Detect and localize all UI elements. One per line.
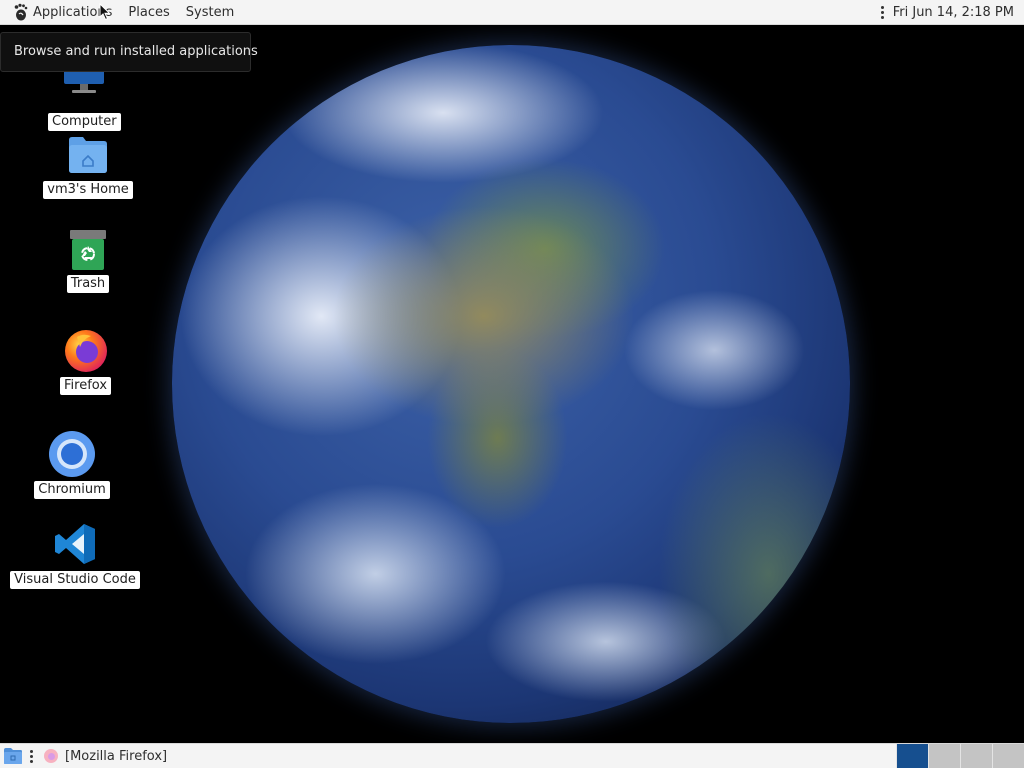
taskbar-window-firefox[interactable]: [Mozilla Firefox] (39, 744, 171, 768)
clock[interactable]: Fri Jun 14, 2:18 PM (893, 5, 1024, 20)
workspace-1[interactable] (896, 744, 928, 768)
workspace-3[interactable] (960, 744, 992, 768)
vscode-icon (51, 520, 99, 568)
trash-icon (64, 228, 112, 272)
chromium-icon (48, 430, 96, 478)
desktop-icon-trash[interactable]: Trash (64, 228, 112, 293)
applications-tooltip: Browse and run installed applications (0, 32, 258, 72)
workspace-2[interactable] (928, 744, 960, 768)
panel-handle-icon[interactable] (881, 5, 885, 19)
home-folder-icon (64, 130, 112, 178)
bottom-panel: [Mozilla Firefox] (0, 743, 1024, 768)
desktop-icon-computer[interactable]: Computer (48, 62, 121, 131)
desktop-icon-label: vm3's Home (43, 181, 133, 199)
desktop-icon-home[interactable]: vm3's Home (38, 130, 138, 199)
desktop-icon-label: Visual Studio Code (10, 571, 140, 589)
desktop-screen: Applications Places System Fri Jun 14, 2… (0, 0, 1024, 768)
desktop-icon-vscode[interactable]: Visual Studio Code (10, 520, 140, 589)
gnome-foot-icon[interactable] (12, 3, 30, 21)
desktop-icon-label: Chromium (34, 481, 110, 499)
desktop-icon-label: Firefox (60, 377, 112, 395)
earth-wallpaper (172, 45, 850, 723)
system-menu[interactable]: System (178, 0, 242, 25)
firefox-icon (62, 326, 110, 374)
desktop-icon-firefox[interactable]: Firefox (60, 326, 112, 395)
workspace-switcher (896, 744, 1024, 768)
places-menu[interactable]: Places (120, 0, 177, 25)
mouse-cursor-icon (99, 2, 111, 25)
desktop-icon-chromium[interactable]: Chromium (34, 430, 110, 499)
top-panel: Applications Places System Fri Jun 14, 2… (0, 0, 1024, 25)
panel-handle-icon[interactable] (29, 749, 33, 763)
desktop-icon-label: Trash (66, 275, 110, 293)
taskbar-window-title: [Mozilla Firefox] (65, 748, 168, 764)
show-desktop-icon[interactable] (3, 747, 23, 765)
workspace-4[interactable] (992, 744, 1024, 768)
desktop-icon-label: Computer (48, 113, 121, 131)
firefox-icon (44, 749, 58, 763)
top-panel-right: Fri Jun 14, 2:18 PM (881, 0, 1024, 25)
